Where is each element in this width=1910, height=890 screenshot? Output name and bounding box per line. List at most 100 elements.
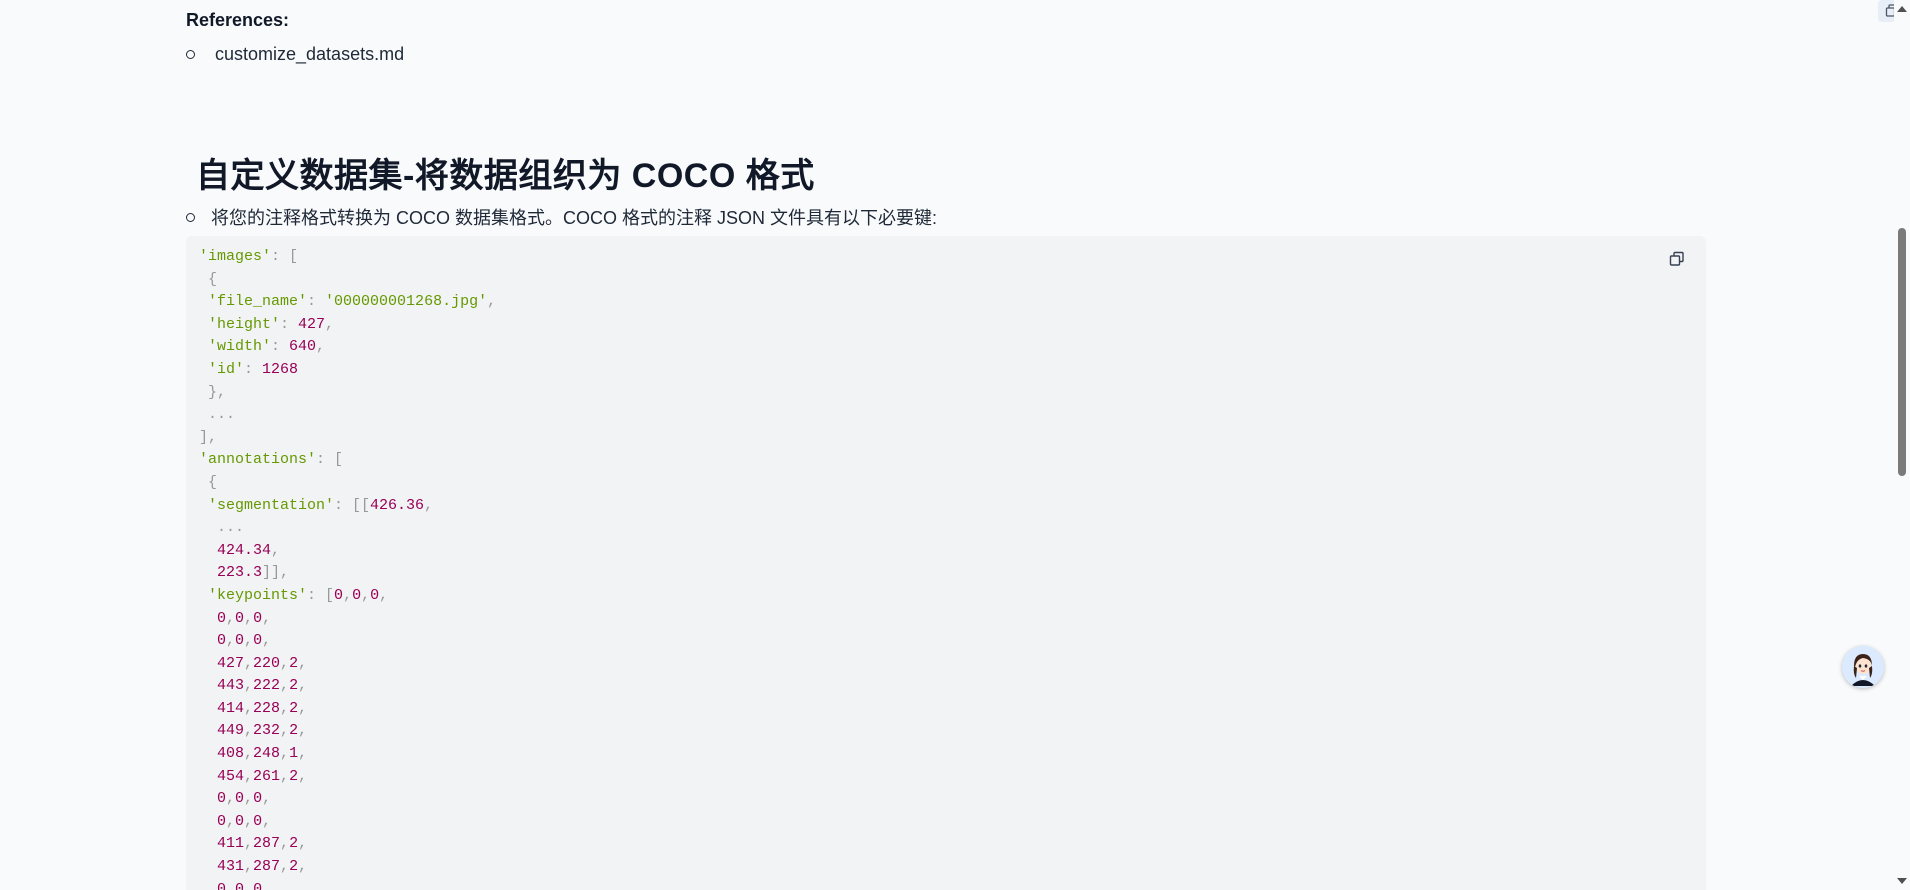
code-token: 'images' (199, 248, 272, 265)
code-token: 228 (253, 699, 281, 717)
code-token: , (271, 541, 281, 559)
code-line: 'id': 1268 (199, 359, 496, 382)
code-line: { (199, 472, 496, 495)
section-heading: 自定义数据集-将数据组织为 COCO 格式 (196, 157, 815, 195)
code-token: , (298, 745, 308, 763)
code-token: }, (199, 383, 227, 401)
code-token: , (244, 722, 254, 740)
code-token: 408 (199, 745, 245, 763)
code-token: , (244, 609, 254, 627)
code-token: 0 (199, 632, 227, 650)
code-token: , (298, 677, 308, 695)
code-token: ], (199, 428, 218, 446)
scroll-up-arrow-icon[interactable] (1897, 6, 1907, 12)
code-token: , (424, 496, 434, 514)
code-token: , (280, 699, 290, 717)
code-token: 'height' (199, 315, 281, 333)
code-token: , (244, 790, 254, 808)
code-token: 'keypoints' (199, 586, 308, 604)
code-line: 424.34, (199, 540, 496, 563)
code-token: 'file_name' (199, 293, 308, 311)
code-line: 449,232,2, (199, 720, 496, 743)
code-line: 0,0,0, (199, 788, 496, 811)
code-token: 0 (334, 586, 344, 604)
code-token: , (280, 767, 290, 785)
code-token: , (298, 699, 308, 717)
code-token: : [ (316, 451, 344, 469)
code-token: , (343, 586, 353, 604)
code-token: 248 (253, 745, 281, 763)
code-token: 0 (235, 632, 245, 650)
code-token: 640 (289, 338, 317, 356)
code-token: 0 (235, 609, 245, 627)
code-line: 'height': 427, (199, 314, 496, 337)
code-token: , (298, 767, 308, 785)
code-line: ], (199, 427, 496, 450)
code-token: 411 (199, 835, 245, 853)
code-token: , (280, 835, 290, 853)
code-token: 427 (298, 315, 326, 333)
code-token: 'width' (199, 338, 272, 356)
code-token: 426.36 (370, 496, 425, 514)
code-token: , (244, 654, 254, 672)
scroll-thumb[interactable] (1898, 228, 1906, 476)
code-token: : (280, 315, 299, 333)
code-token: : [ (307, 586, 335, 604)
code-token: , (280, 858, 290, 876)
code-line: }, (199, 382, 496, 405)
code-token: , (244, 632, 254, 650)
code-token: 427 (199, 654, 245, 672)
code-token: 424.34 (199, 541, 272, 559)
code-token: 287 (253, 858, 281, 876)
code-copy-button[interactable] (1666, 248, 1688, 270)
code-token: , (487, 293, 497, 311)
code-token: 287 (253, 835, 281, 853)
code-token: , (280, 745, 290, 763)
code-line: 443,222,2, (199, 675, 496, 698)
code-line: 408,248,1, (199, 743, 496, 766)
code-token: , (262, 632, 272, 650)
code-line: 414,228,2, (199, 698, 496, 721)
code-token: , (262, 880, 272, 890)
code-token: , (244, 880, 254, 890)
code-token: 0 (199, 790, 227, 808)
assistant-avatar-button[interactable] (1842, 646, 1884, 688)
reference-link[interactable]: customize_datasets.md (215, 44, 404, 65)
code-token: 0 (253, 812, 263, 830)
code-token: , (244, 812, 254, 830)
code-token: 'segmentation' (199, 496, 335, 514)
code-token: 454 (199, 767, 245, 785)
copy-icon (1669, 251, 1684, 266)
code-line: 431,287,2, (199, 856, 496, 879)
code-token: ... (199, 406, 236, 424)
code-token: , (298, 835, 308, 853)
code-line: 0,0,0, (199, 608, 496, 631)
code-token: , (226, 812, 236, 830)
code-token: 2 (289, 858, 299, 876)
code-token: 2 (289, 677, 299, 695)
code-line: 'annotations': [ (199, 449, 496, 472)
code-line: 0,0,0, (199, 879, 496, 890)
vertical-scrollbar[interactable] (1894, 0, 1910, 890)
code-token: 0 (235, 790, 245, 808)
scroll-down-arrow-icon[interactable] (1897, 878, 1907, 884)
code-token: 1 (289, 745, 299, 763)
code-token: , (316, 338, 326, 356)
code-block: 'images' : [ { 'file_name': '000000001268… (186, 236, 1706, 890)
code-token: 2 (289, 699, 299, 717)
code-token: 1268 (262, 360, 299, 378)
code-token: , (298, 654, 308, 672)
code-token: 261 (253, 767, 281, 785)
code-line: 'file_name': '000000001268.jpg', (199, 291, 496, 314)
code-token: , (262, 790, 272, 808)
code-token: 'id' (199, 360, 245, 378)
code-token: , (244, 677, 254, 695)
code-token: 443 (199, 677, 245, 695)
code-token: , (262, 609, 272, 627)
code-token: 0 (253, 880, 263, 890)
code-token: 0 (352, 586, 362, 604)
code-token: , (226, 632, 236, 650)
code-line: ... (199, 517, 496, 540)
code-token: : (307, 293, 326, 311)
code-token: 0 (235, 880, 245, 890)
